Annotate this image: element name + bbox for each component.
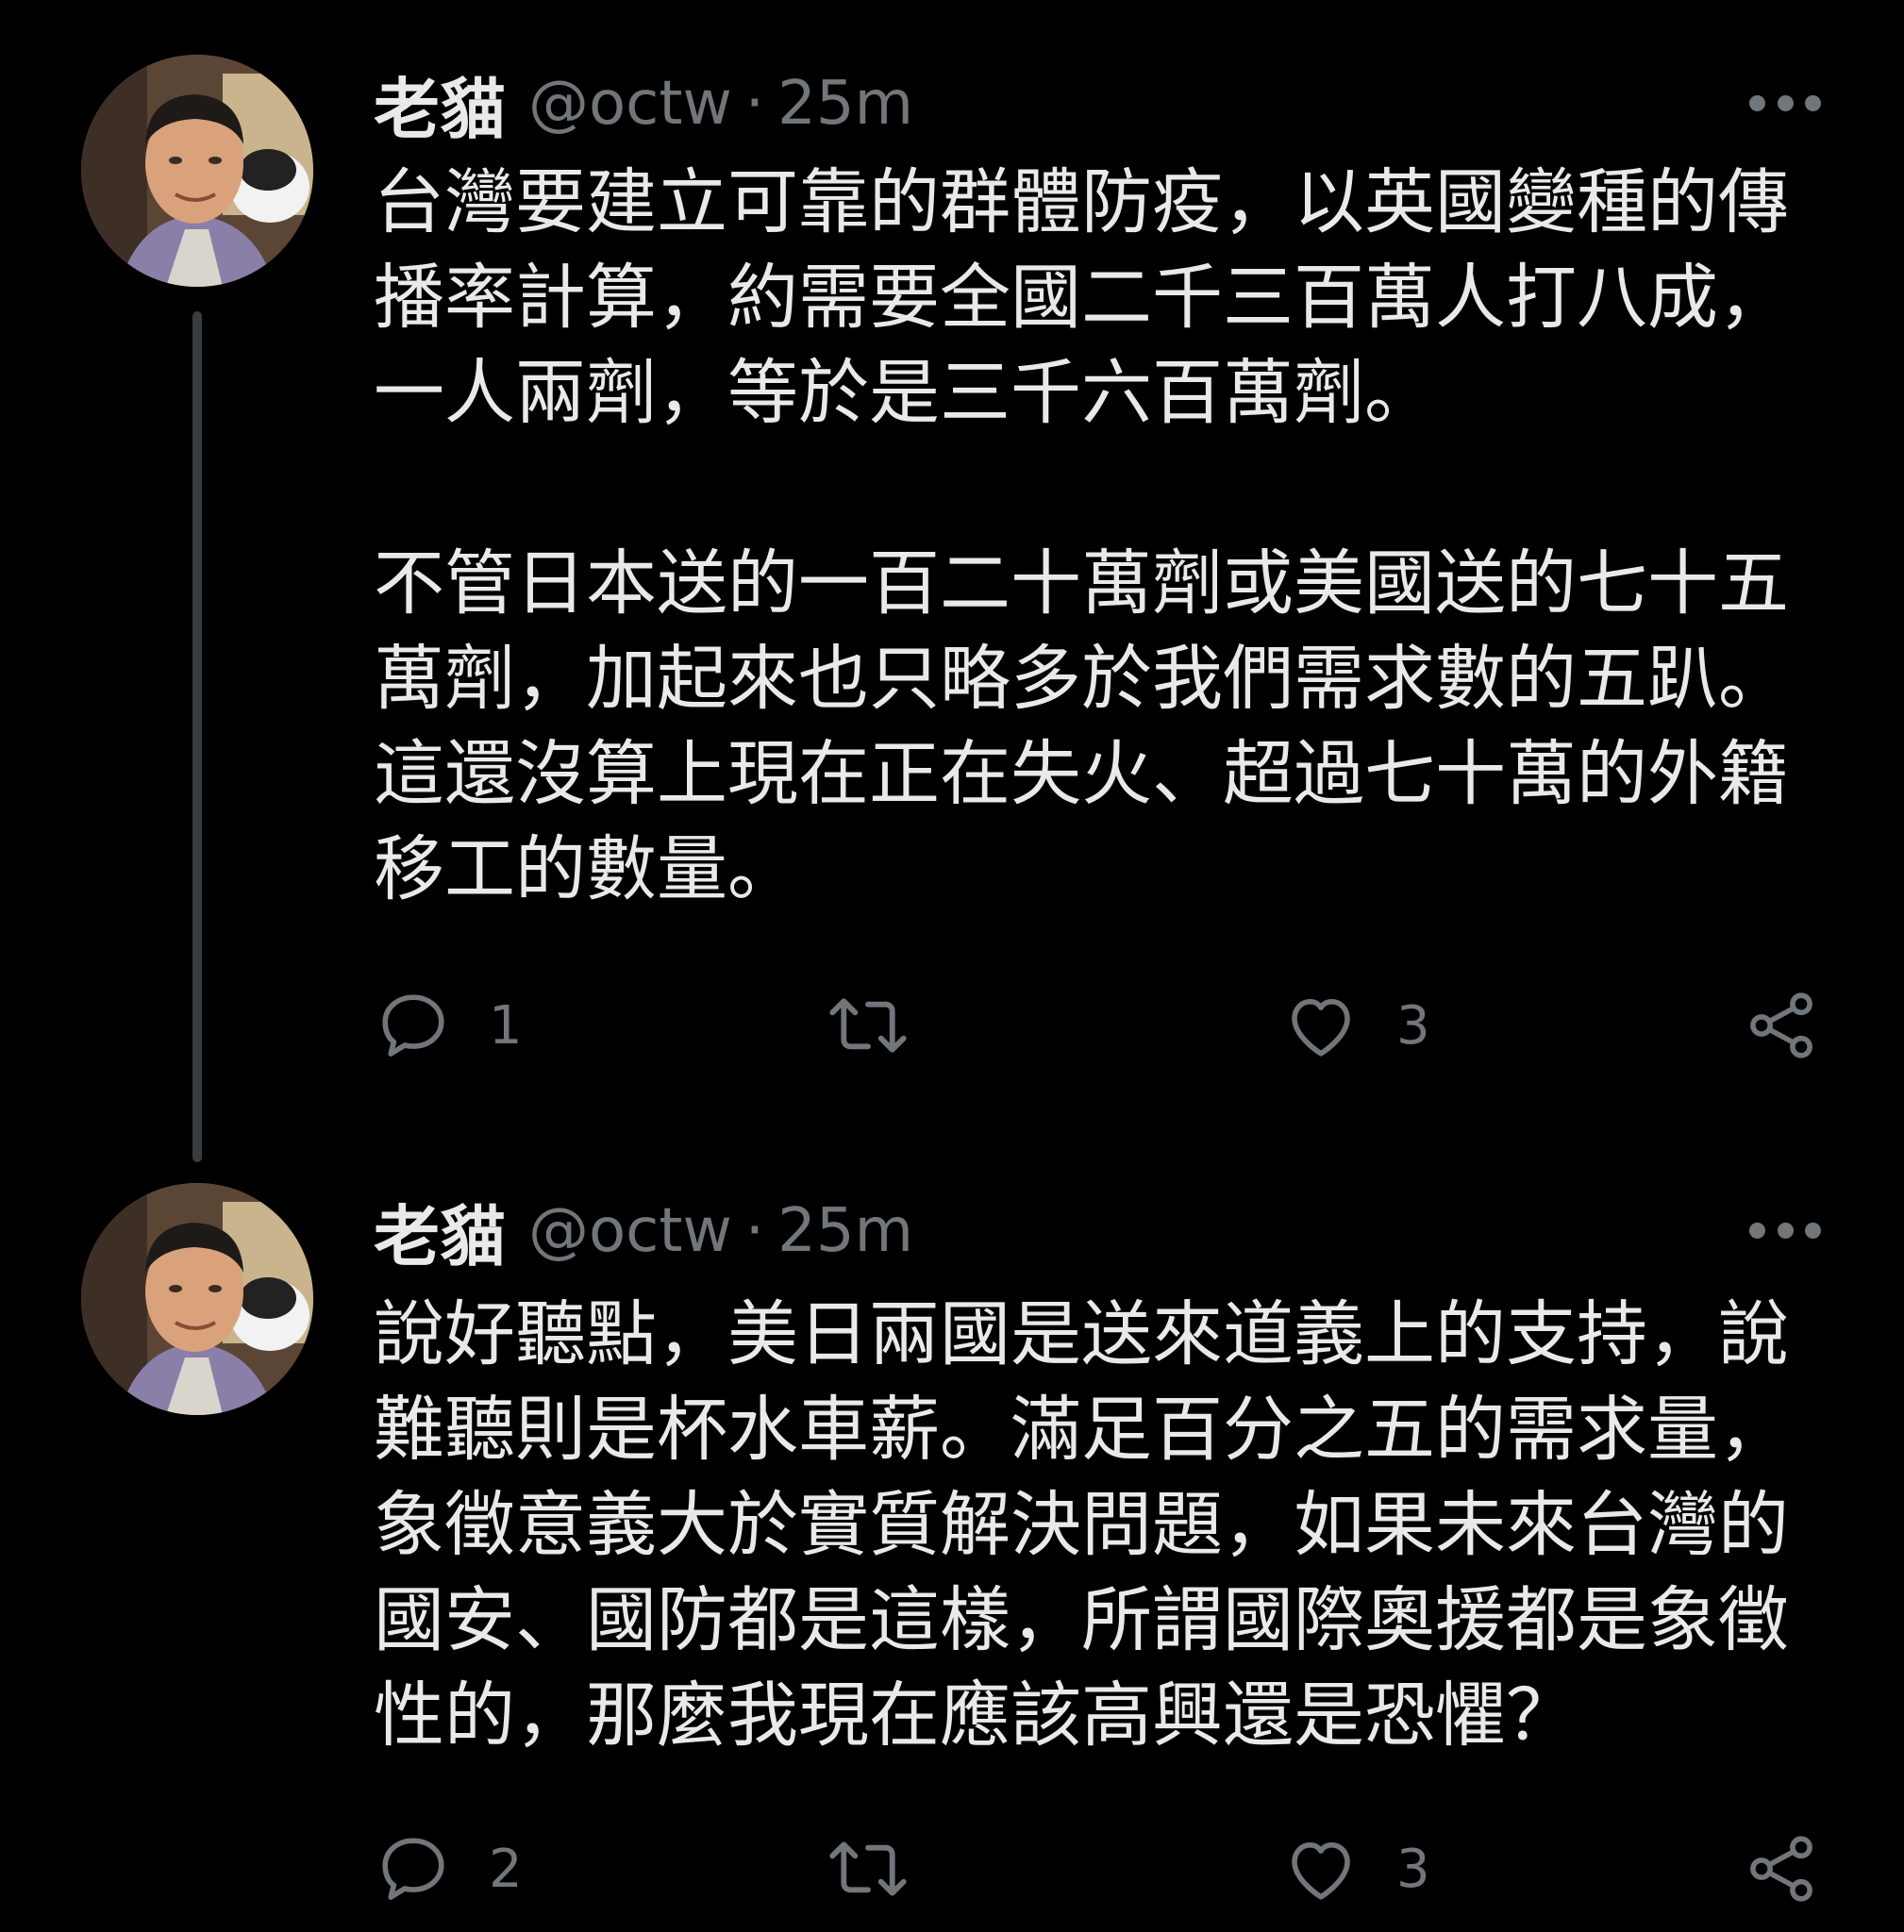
text-line: 說好聽點，美日兩國是送來道義上的支持，說 [374,1292,1790,1375]
more-options-icon[interactable] [1749,1221,1821,1240]
share-button[interactable] [1742,1826,1821,1911]
tweet-text: 台灣要建立可靠的群體防疫，以英國變種的傳 播率計算，約需要全國二千三百萬人打八成… [374,155,1808,917]
text-line: 移工的數量。 [374,827,799,910]
text-line: 播率計算，約需要全國二千三百萬人打八成， [374,256,1790,339]
reply-bubble-icon [382,994,444,1057]
avatar[interactable] [81,55,313,287]
text-line: 國安、國防都是這樣，所謂國際奧援都是象徵 [374,1578,1790,1661]
avatar-photo [81,55,313,287]
retweet-arrows-icon [829,1841,907,1896]
action-bar: 2 3 [374,1826,1827,1911]
retweet-button[interactable] [823,983,913,1068]
retweet-arrows-icon [829,998,907,1053]
text-line: 難聽則是杯水車薪。滿足百分之五的需求量， [374,1388,1790,1471]
tweet-text: 說好聽點，美日兩國是送來道義上的支持，說 難聽則是杯水車薪。滿足百分之五的需求量… [374,1287,1808,1763]
share-nodes-icon [1750,992,1812,1058]
avatar-photo [81,1183,313,1415]
text-line: 一人兩劑，等於是三千六百萬劑。 [374,351,1436,434]
share-nodes-icon [1750,1836,1812,1902]
text-line: 象徵意義大於實質解決問題，如果未來台灣的 [374,1483,1790,1566]
text-line: 台灣要建立可靠的群體防疫，以英國變種的傳 [374,160,1790,243]
text-line: 萬劑，加起來也只略多於我們需求數的五趴。 [374,637,1790,720]
tweet-header: 老貓 @octw · 25m [374,1179,913,1283]
tweet-header: 老貓 @octw · 25m [374,52,913,156]
heart-icon [1292,1842,1350,1900]
thread-connector-line [192,311,202,1162]
reply-button[interactable]: 2 [374,1826,523,1911]
display-name[interactable]: 老貓 [374,57,506,152]
timestamp[interactable]: 25m [777,1196,913,1266]
like-count: 3 [1396,994,1430,1057]
share-button[interactable] [1742,983,1821,1068]
heart-icon [1292,999,1350,1057]
like-count: 3 [1396,1838,1430,1900]
text-line: 不管日本送的一百二十萬劑或美國送的七十五 [374,541,1790,625]
separator: · [744,69,765,139]
text-line: 這還沒算上現在正在失火、超過七十萬的外籍 [374,732,1790,815]
like-button[interactable]: 3 [1281,983,1430,1068]
paragraph: 說好聽點，美日兩國是送來道義上的支持，說 難聽則是杯水車薪。滿足百分之五的需求量… [374,1287,1808,1763]
text-line: 性的，那麼我現在應該高興還是恐懼？ [374,1674,1578,1757]
display-name[interactable]: 老貓 [374,1184,506,1279]
paragraph: 台灣要建立可靠的群體防疫，以英國變種的傳 播率計算，約需要全國二千三百萬人打八成… [374,155,1808,441]
like-button[interactable]: 3 [1281,1826,1430,1911]
retweet-button[interactable] [823,1826,913,1911]
avatar[interactable] [81,1183,313,1415]
action-bar: 1 3 [374,983,1827,1068]
timestamp[interactable]: 25m [777,69,913,139]
user-handle[interactable]: @octw [528,69,732,139]
separator: · [744,1196,765,1266]
reply-count: 2 [489,1838,523,1900]
paragraph: 不管日本送的一百二十萬劑或美國送的七十五 萬劑，加起來也只略多於我們需求數的五趴… [374,536,1808,917]
user-handle[interactable]: @octw [528,1196,732,1266]
reply-button[interactable]: 1 [374,983,523,1068]
reply-count: 1 [489,994,523,1057]
reply-bubble-icon [382,1838,444,1900]
more-options-icon[interactable] [1749,93,1821,112]
